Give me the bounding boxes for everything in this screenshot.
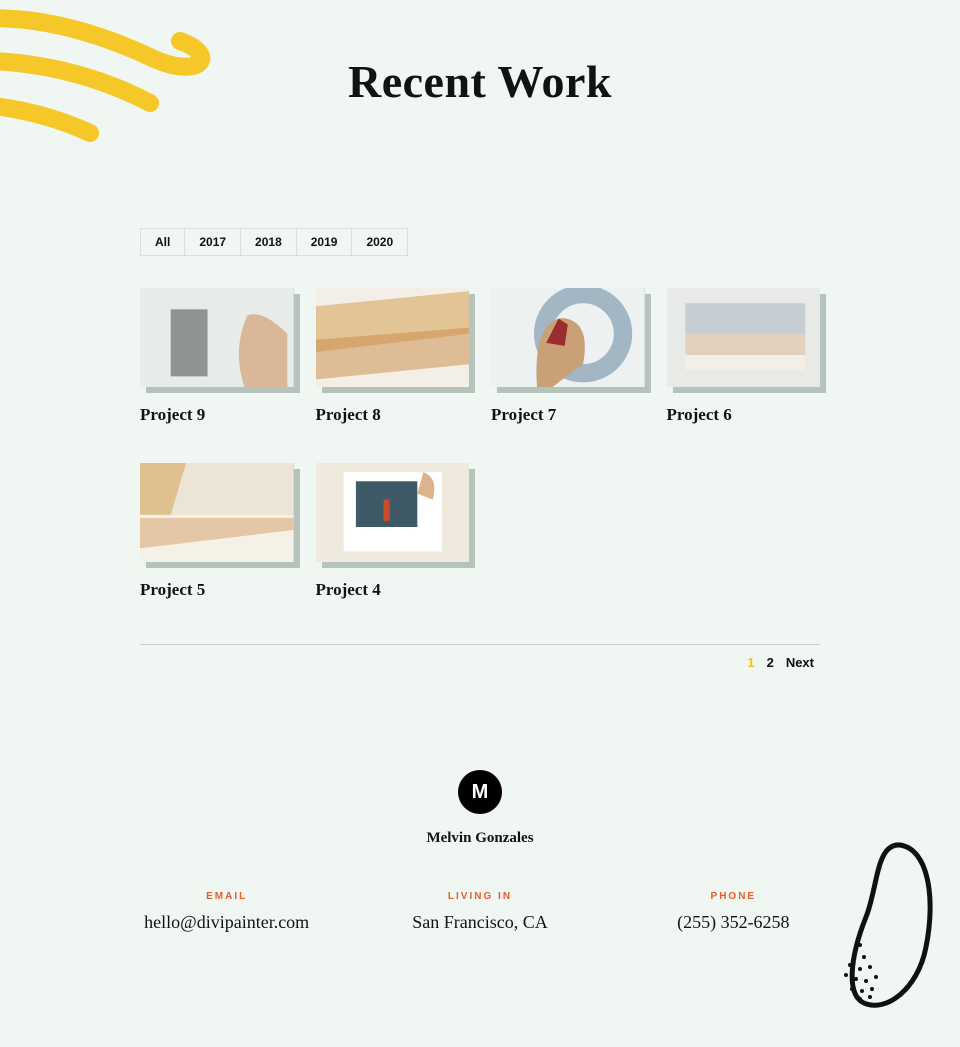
project-thumbnail <box>140 463 294 562</box>
contact-label: Email <box>100 891 353 902</box>
project-title: Project 8 <box>316 405 470 425</box>
filter-tab-all[interactable]: All <box>140 228 185 256</box>
page-title: Recent Work <box>0 55 960 108</box>
contact-label: Living In <box>353 891 606 902</box>
portfolio-section: All2017201820192020 Project 9Project 8Pr… <box>140 228 820 670</box>
logo-badge: M <box>458 770 502 814</box>
project-card[interactable]: Project 5 <box>140 463 294 600</box>
project-card[interactable]: Project 8 <box>316 288 470 425</box>
project-card[interactable]: Project 7 <box>491 288 645 425</box>
contact-email: Email hello@divipainter.com <box>100 891 353 933</box>
project-title: Project 4 <box>316 580 470 600</box>
divider <box>140 644 820 645</box>
contact-row: Email hello@divipainter.comLiving In San F… <box>100 891 860 933</box>
project-title: Project 6 <box>667 405 821 425</box>
portfolio-grid: Project 9 Project 8 Project 7 Project 6 Proj… <box>140 288 820 600</box>
project-card[interactable]: Project 4 <box>316 463 470 600</box>
project-card[interactable]: Project 9 <box>140 288 294 425</box>
filter-tab-2017[interactable]: 2017 <box>184 228 241 256</box>
page-link-1[interactable]: 1 <box>741 653 760 672</box>
project-title: Project 9 <box>140 405 294 425</box>
filter-tab-2020[interactable]: 2020 <box>351 228 408 256</box>
filter-tab-2019[interactable]: 2019 <box>296 228 353 256</box>
project-title: Project 5 <box>140 580 294 600</box>
filter-tab-2018[interactable]: 2018 <box>240 228 297 256</box>
contact-value: San Francisco, CA <box>353 912 606 933</box>
contact-value: hello@divipainter.com <box>100 912 353 933</box>
contact-phone: Phone (255) 352-6258 <box>607 891 860 933</box>
footer: M Melvin Gonzales Email hello@divipainter… <box>100 770 860 933</box>
project-thumbnail <box>316 463 470 562</box>
contact-living-in: Living In San Francisco, CA <box>353 891 606 933</box>
page-next[interactable]: Next <box>780 653 820 672</box>
author-name: Melvin Gonzales <box>100 830 860 847</box>
project-thumbnail <box>140 288 294 387</box>
project-thumbnail <box>667 288 821 387</box>
project-thumbnail <box>491 288 645 387</box>
project-thumbnail <box>316 288 470 387</box>
contact-value: (255) 352-6258 <box>607 912 860 933</box>
project-title: Project 7 <box>491 405 645 425</box>
contact-label: Phone <box>607 891 860 902</box>
page-link-2[interactable]: 2 <box>761 653 780 672</box>
filter-tabs: All2017201820192020 <box>140 228 820 256</box>
pagination: 12Next <box>140 655 820 670</box>
project-card[interactable]: Project 6 <box>667 288 821 425</box>
